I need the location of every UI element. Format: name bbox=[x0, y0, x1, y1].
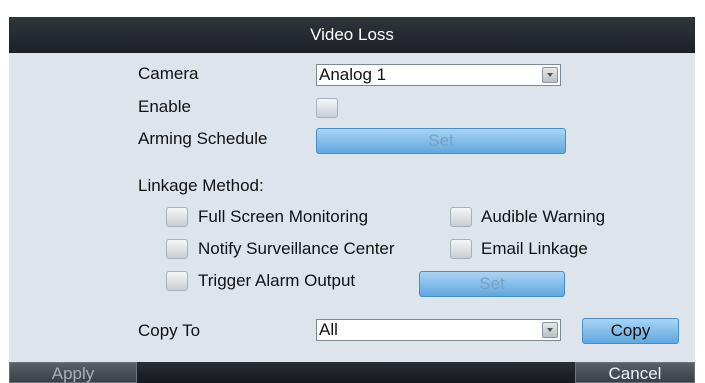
full-screen-monitoring-checkbox[interactable] bbox=[166, 207, 188, 227]
apply-button[interactable]: Apply bbox=[9, 362, 137, 383]
trigger-alarm-output-checkbox[interactable] bbox=[166, 271, 188, 291]
camera-select[interactable]: Analog 1 bbox=[316, 64, 561, 86]
chevron-down-icon bbox=[542, 67, 558, 83]
video-loss-dialog: Video Loss Camera Analog 1 Enable Arming… bbox=[9, 17, 695, 383]
trigger-alarm-output-label: Trigger Alarm Output bbox=[198, 271, 356, 290]
cancel-button[interactable]: Cancel bbox=[575, 362, 695, 383]
copy-to-select-value: All bbox=[319, 320, 338, 339]
notify-surveillance-center-checkbox[interactable] bbox=[166, 239, 188, 259]
notify-surveillance-center-label: Notify Surveillance Center bbox=[198, 239, 395, 258]
enable-checkbox[interactable] bbox=[316, 98, 338, 118]
enable-label: Enable bbox=[138, 97, 191, 116]
email-linkage-label: Email Linkage bbox=[481, 239, 588, 258]
arming-schedule-label: Arming Schedule bbox=[138, 129, 268, 148]
copy-to-label: Copy To bbox=[138, 321, 201, 340]
email-linkage-checkbox[interactable] bbox=[450, 239, 472, 259]
audible-warning-label: Audible Warning bbox=[481, 207, 606, 226]
dialog-title: Video Loss bbox=[9, 17, 695, 53]
camera-select-value: Analog 1 bbox=[319, 65, 387, 84]
linkage-method-label: Linkage Method: bbox=[138, 176, 264, 195]
trigger-alarm-set-button[interactable]: Set bbox=[419, 271, 565, 297]
camera-label: Camera bbox=[138, 64, 199, 83]
copy-to-select[interactable]: All bbox=[316, 319, 561, 341]
audible-warning-checkbox[interactable] bbox=[450, 207, 472, 227]
arming-schedule-set-button[interactable]: Set bbox=[316, 128, 566, 154]
copy-button[interactable]: Copy bbox=[582, 318, 679, 344]
full-screen-monitoring-label: Full Screen Monitoring bbox=[198, 207, 369, 226]
chevron-down-icon bbox=[542, 322, 558, 338]
